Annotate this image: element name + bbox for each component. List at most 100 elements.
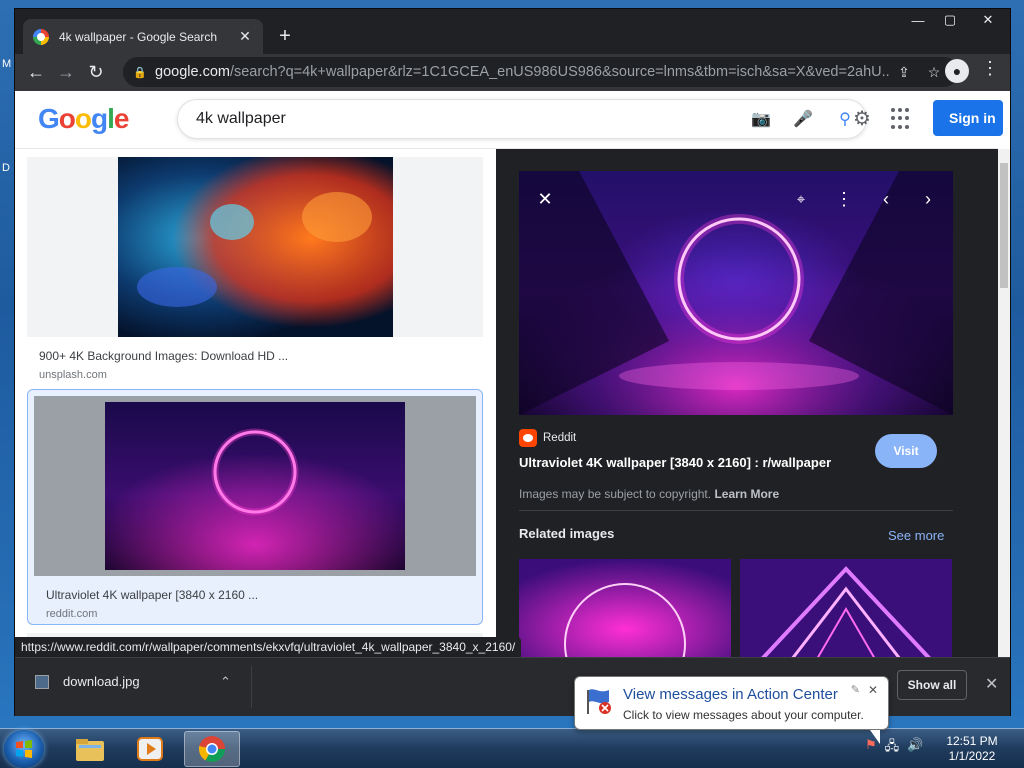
related-image-1 — [519, 559, 731, 659]
result-thumbnail[interactable] — [34, 396, 476, 576]
preview-image[interactable]: ✕ ⌖ ⋮ ‹ › — [519, 171, 953, 415]
more-options-icon[interactable]: ⋮ — [830, 185, 858, 213]
chrome-window: — ▢ ✕ 4k wallpaper - Google Search ✕ + ←… — [14, 8, 1011, 716]
previous-image-icon[interactable]: ‹ — [872, 185, 900, 213]
taskbar-clock[interactable]: 12:51 PM 1/1/2022 — [940, 734, 1004, 764]
image-file-icon — [35, 674, 49, 689]
download-separator — [251, 666, 252, 708]
google-logo[interactable]: Google — [38, 103, 130, 135]
clock-time: 12:51 PM — [946, 734, 998, 748]
start-button-icon[interactable] — [4, 730, 44, 768]
google-header: Google 📷 🎤 ⚲ ⚙ Sign in — [15, 91, 1003, 149]
result-caption[interactable]: 900+ 4K Background Images: Download HD .… — [39, 349, 483, 363]
related-image[interactable] — [519, 559, 731, 659]
maximize-button[interactable]: ▢ — [934, 9, 966, 31]
balloon-title[interactable]: View messages in Action Center — [623, 686, 838, 703]
show-all-button[interactable]: Show all — [897, 670, 967, 700]
desktop-icon-labels: M D — [0, 0, 14, 768]
image-result[interactable]: 900+ 4K Background Images: Download HD .… — [27, 157, 483, 381]
logo-letter: o — [74, 103, 92, 134]
close-preview-icon[interactable]: ✕ — [531, 185, 559, 213]
result-source[interactable]: unsplash.com — [39, 369, 483, 381]
window-controls: — ▢ ✕ — [902, 9, 1010, 31]
address-url[interactable]: google.com/search?q=4k+wallpaper&rlz=1C1… — [155, 64, 889, 80]
close-downloads-icon[interactable]: ✕ — [985, 674, 998, 694]
ultraviolet-thumbnail-image — [105, 402, 405, 570]
logo-letter: o — [58, 103, 76, 134]
new-tab-button[interactable]: + — [273, 25, 297, 48]
next-image-icon[interactable]: › — [914, 185, 942, 213]
network-icon[interactable]: 🖧 — [885, 737, 900, 759]
related-image-2 — [740, 559, 952, 659]
forward-button[interactable]: → — [51, 58, 81, 88]
microphone-icon[interactable]: 🎤 — [782, 109, 824, 129]
learn-more-link[interactable]: Learn More — [714, 487, 779, 501]
tab-close-icon[interactable]: ✕ — [237, 28, 253, 45]
action-center-flag-icon — [587, 689, 611, 714]
download-item[interactable]: download.jpg — [35, 674, 140, 689]
address-bar[interactable]: 🔒 google.com/search?q=4k+wallpaper&rlz=1… — [123, 57, 959, 87]
source-site[interactable]: Reddit — [519, 429, 576, 447]
google-images-page: Google 📷 🎤 ⚲ ⚙ Sign in — [15, 91, 1010, 715]
download-filename: download.jpg — [63, 674, 140, 689]
search-input[interactable] — [196, 110, 740, 128]
logo-letter: e — [113, 103, 130, 134]
result-caption[interactable]: Ultraviolet 4K wallpaper [3840 x 2160 ..… — [46, 588, 476, 602]
lock-icon[interactable]: 🔒 — [133, 66, 147, 79]
google-favicon-icon — [33, 28, 49, 45]
see-more-link[interactable]: See more — [888, 528, 944, 543]
smoke-thumbnail-image — [118, 157, 393, 337]
download-options-chevron-icon[interactable]: ⌃ — [220, 674, 231, 690]
scrollbar-thumb[interactable] — [1000, 163, 1008, 288]
result-thumbnail[interactable] — [27, 157, 483, 337]
panel-divider — [519, 510, 953, 511]
logo-letter: l — [107, 103, 115, 134]
reload-button[interactable]: ↻ — [81, 58, 111, 88]
file-explorer-icon — [76, 739, 104, 761]
page-scrollbar[interactable] — [998, 149, 1010, 715]
taskbar-explorer[interactable] — [62, 731, 118, 767]
back-button[interactable]: ← — [21, 58, 51, 88]
balloon-subtitle[interactable]: Click to view messages about your comput… — [623, 708, 864, 722]
link-status-url: https://www.reddit.com/r/wallpaper/comme… — [15, 637, 522, 657]
reddit-icon — [519, 429, 537, 447]
chrome-icon — [198, 736, 226, 763]
copyright-notice: Images may be subject to copyright. Lear… — [519, 487, 780, 501]
balloon-close-icon[interactable]: ✕ — [868, 683, 878, 697]
visit-button[interactable]: Visit — [875, 434, 937, 468]
camera-icon[interactable]: 📷 — [740, 109, 782, 129]
share-icon[interactable]: ⇪ — [889, 64, 919, 81]
sign-in-button[interactable]: Sign in — [933, 100, 1003, 136]
media-player-icon — [137, 737, 163, 761]
action-center-balloon[interactable]: View messages in Action Center Click to … — [574, 676, 889, 744]
settings-gear-icon[interactable]: ⚙ — [847, 104, 877, 134]
clock-date: 1/1/2022 — [948, 749, 996, 763]
image-title-link[interactable]: Ultraviolet 4K wallpaper [3840 x 2160] :… — [519, 455, 831, 470]
browser-menu-icon[interactable]: ⋮ — [977, 58, 1003, 79]
minimize-button[interactable]: — — [902, 9, 934, 31]
logo-letter: g — [91, 103, 108, 134]
lens-search-icon[interactable]: ⌖ — [787, 185, 815, 213]
image-result-selected[interactable]: Ultraviolet 4K wallpaper [3840 x 2160 ..… — [27, 389, 483, 625]
taskbar-media-player[interactable] — [122, 731, 178, 767]
windows-logo-icon — [16, 740, 32, 758]
balloon-pin-icon[interactable]: ✎ — [851, 683, 860, 696]
result-source[interactable]: reddit.com — [46, 608, 476, 620]
browser-tab[interactable]: 4k wallpaper - Google Search ✕ — [23, 19, 263, 54]
search-box: 📷 🎤 ⚲ — [177, 99, 867, 139]
profile-avatar-icon[interactable]: ● — [945, 59, 969, 83]
image-preview-panel: ✕ ⌖ ⋮ ‹ › Reddit Ultraviolet 4K wallpape… — [496, 149, 998, 715]
tab-title: 4k wallpaper - Google Search — [59, 29, 218, 44]
google-apps-icon[interactable] — [891, 108, 913, 130]
source-site-name: Reddit — [543, 432, 577, 444]
image-results-list: 900+ 4K Background Images: Download HD .… — [15, 149, 495, 715]
desktop-label-d: D — [2, 162, 10, 174]
taskbar-chrome[interactable] — [184, 731, 240, 767]
related-image[interactable] — [740, 559, 952, 659]
related-images-heading: Related images — [519, 526, 615, 541]
desktop-label-m: M — [2, 58, 12, 70]
logo-letter: G — [38, 103, 60, 134]
browser-toolbar: ← → ↻ 🔒 google.com/search?q=4k+wallpaper… — [15, 54, 1010, 91]
volume-icon[interactable]: 🔊 — [907, 737, 923, 759]
close-window-button[interactable]: ✕ — [966, 9, 1010, 31]
